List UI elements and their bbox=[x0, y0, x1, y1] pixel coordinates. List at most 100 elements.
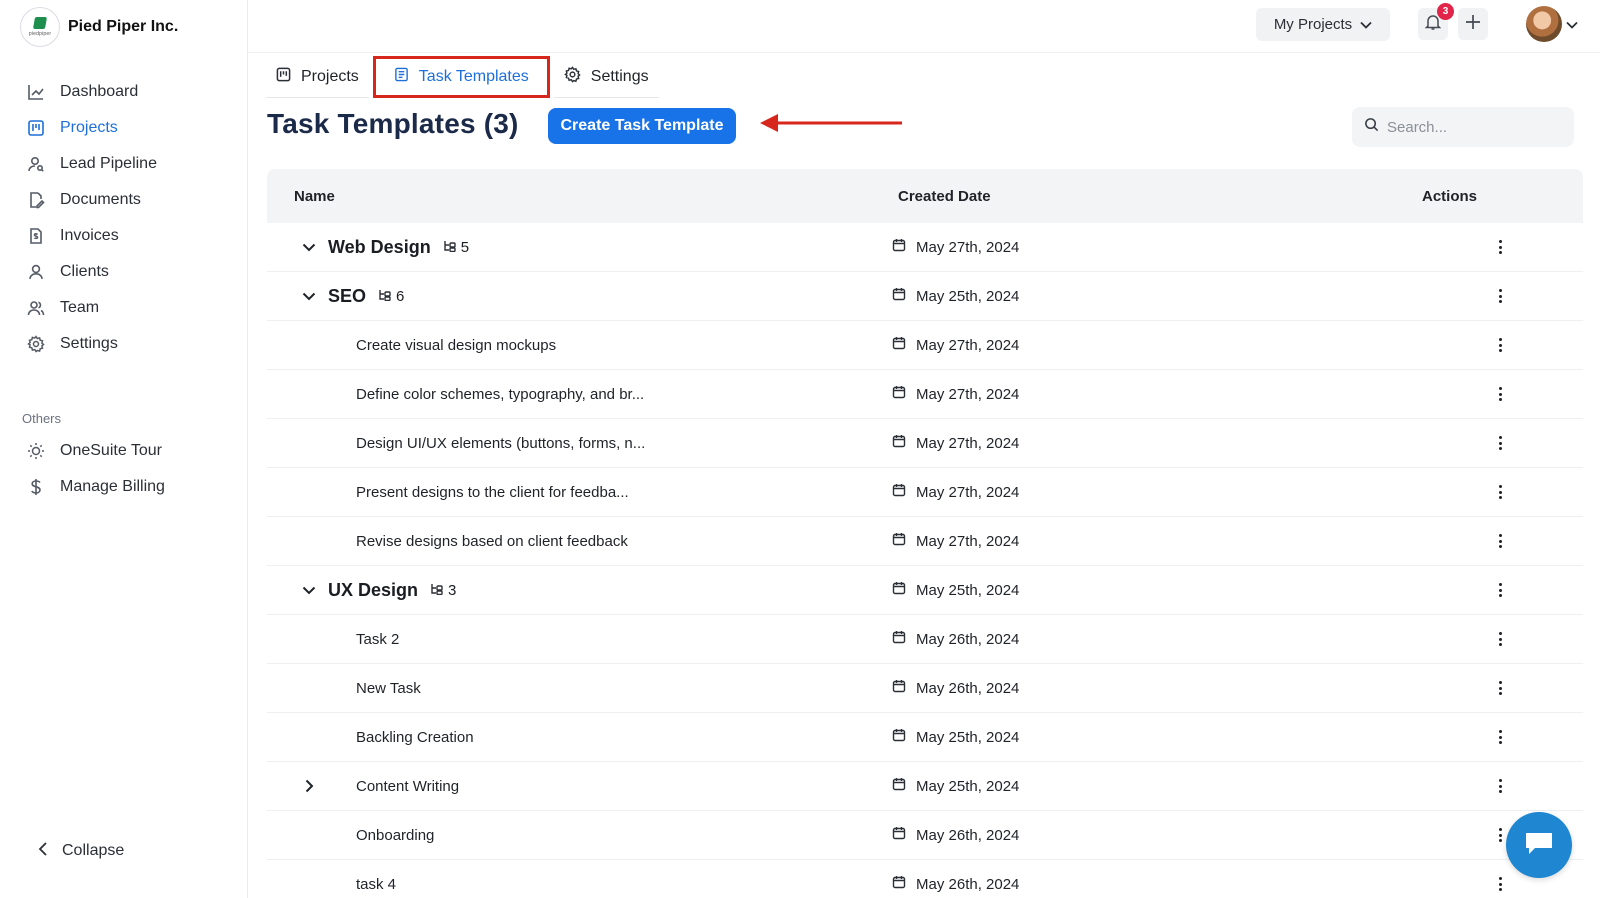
table-group-row[interactable]: SEO 6 May 25th, 2024 bbox=[267, 272, 1583, 321]
avatar[interactable] bbox=[1526, 6, 1562, 42]
chevron-down-icon[interactable] bbox=[294, 586, 324, 595]
sidebar-item-manage-billing[interactable]: Manage Billing bbox=[14, 469, 238, 505]
sidebar-item-projects[interactable]: Projects bbox=[14, 110, 238, 146]
tab-projects[interactable]: Projects bbox=[266, 56, 369, 98]
table-row[interactable]: Backling Creation May 25th, 2024 bbox=[267, 713, 1583, 762]
row-name[interactable]: UX Design bbox=[328, 580, 418, 601]
table-row[interactable]: Revise designs based on client feedback M… bbox=[267, 517, 1583, 566]
row-name[interactable]: Design UI/UX elements (buttons, forms, n… bbox=[356, 435, 645, 452]
row-name[interactable]: New Task bbox=[356, 680, 421, 697]
table-group-row[interactable]: Web Design 5 May 27th, 2024 bbox=[267, 223, 1583, 272]
row-name-cell: Content Writing bbox=[267, 778, 892, 795]
table-row[interactable]: Content Writing May 25th, 2024 bbox=[267, 762, 1583, 811]
created-date: May 26th, 2024 bbox=[916, 875, 1020, 893]
add-button[interactable] bbox=[1458, 8, 1488, 40]
sidebar-item-invoices[interactable]: Invoices bbox=[14, 218, 238, 254]
task-templates-table: Name Created Date Actions Web Design 5 May… bbox=[267, 169, 1583, 898]
row-name[interactable]: Present designs to the client for feedba… bbox=[356, 484, 629, 501]
more-options-icon[interactable] bbox=[1492, 483, 1508, 501]
table-row[interactable]: Onboarding May 26th, 2024 bbox=[267, 811, 1583, 860]
brand[interactable]: piedpiper Pied Piper Inc. bbox=[20, 7, 178, 47]
subtask-count-value: 3 bbox=[448, 581, 457, 599]
created-date: May 25th, 2024 bbox=[916, 581, 1020, 599]
row-name[interactable]: SEO bbox=[328, 286, 366, 307]
chevron-right-icon[interactable] bbox=[294, 779, 324, 793]
column-header-name[interactable]: Name bbox=[267, 188, 892, 205]
more-options-icon[interactable] bbox=[1492, 581, 1508, 599]
table-row[interactable]: Define color schemes, typography, and br… bbox=[267, 370, 1583, 419]
tab-settings[interactable]: Settings bbox=[553, 56, 659, 98]
calendar-icon bbox=[892, 385, 906, 403]
more-options-icon[interactable] bbox=[1492, 287, 1508, 305]
chevron-down-icon[interactable] bbox=[294, 243, 324, 252]
sidebar-item-onesuite-tour[interactable]: OneSuite Tour bbox=[14, 433, 238, 469]
row-name[interactable]: Revise designs based on client feedback bbox=[356, 533, 628, 550]
created-date: May 27th, 2024 bbox=[916, 238, 1020, 256]
calendar-icon bbox=[892, 630, 906, 648]
sidebar-item-clients[interactable]: Clients bbox=[14, 254, 238, 290]
sidebar-item-label: Documents bbox=[60, 191, 141, 208]
more-options-icon[interactable] bbox=[1492, 238, 1508, 256]
tab-task-templates[interactable]: Task Templates bbox=[372, 56, 550, 98]
row-actions-cell bbox=[1422, 875, 1583, 893]
tab-label: Projects bbox=[301, 67, 359, 85]
subtask-icon bbox=[443, 239, 456, 256]
row-actions-cell bbox=[1422, 532, 1583, 550]
column-header-actions: Actions bbox=[1422, 187, 1478, 205]
row-name-cell: Revise designs based on client feedback bbox=[267, 533, 892, 550]
search-input[interactable] bbox=[1387, 118, 1557, 136]
row-name-cell: SEO 6 bbox=[267, 286, 892, 307]
row-name[interactable]: Content Writing bbox=[356, 778, 459, 795]
collapse-button[interactable]: Collapse bbox=[38, 838, 124, 864]
row-name[interactable]: Create visual design mockups bbox=[356, 337, 556, 354]
sidebar-item-documents[interactable]: Documents bbox=[14, 182, 238, 218]
search-box[interactable] bbox=[1352, 107, 1574, 147]
more-options-icon[interactable] bbox=[1492, 385, 1508, 403]
row-actions-cell bbox=[1422, 630, 1583, 648]
chevron-down-icon[interactable] bbox=[1566, 16, 1578, 34]
more-options-icon[interactable] bbox=[1492, 777, 1508, 795]
chevron-down-icon[interactable] bbox=[294, 292, 324, 301]
table-group-row[interactable]: UX Design 3 May 25th, 2024 bbox=[267, 566, 1583, 615]
sidebar-item-label: Dashboard bbox=[60, 83, 139, 100]
row-name[interactable]: Onboarding bbox=[356, 827, 434, 844]
row-date-cell: May 27th, 2024 bbox=[892, 532, 1422, 550]
more-options-icon[interactable] bbox=[1492, 336, 1508, 354]
row-name[interactable]: Web Design bbox=[328, 237, 431, 258]
sidebar-item-dashboard[interactable]: Dashboard bbox=[14, 74, 238, 110]
created-date: May 26th, 2024 bbox=[916, 679, 1020, 697]
team-icon bbox=[26, 298, 46, 318]
table-row[interactable]: Design UI/UX elements (buttons, forms, n… bbox=[267, 419, 1583, 468]
document-edit-icon bbox=[26, 190, 46, 210]
more-options-icon[interactable] bbox=[1492, 728, 1508, 746]
chat-widget-button[interactable] bbox=[1506, 812, 1572, 878]
row-name[interactable]: Define color schemes, typography, and br… bbox=[356, 386, 644, 403]
created-date: May 26th, 2024 bbox=[916, 630, 1020, 648]
annotation-arrow-icon bbox=[758, 112, 904, 139]
collapse-label: Collapse bbox=[62, 842, 125, 859]
row-name[interactable]: Backling Creation bbox=[356, 729, 474, 746]
more-options-icon[interactable] bbox=[1492, 630, 1508, 648]
table-row[interactable]: New Task May 26th, 2024 bbox=[267, 664, 1583, 713]
table-row[interactable]: task 4 May 26th, 2024 bbox=[267, 860, 1583, 898]
create-task-template-button[interactable]: Create Task Template bbox=[548, 108, 736, 144]
row-name[interactable]: task 4 bbox=[356, 876, 396, 893]
table-row[interactable]: Task 2 May 26th, 2024 bbox=[267, 615, 1583, 664]
sidebar-item-team[interactable]: Team bbox=[14, 290, 238, 326]
column-header-created-date[interactable]: Created Date bbox=[892, 188, 1422, 205]
row-name[interactable]: Task 2 bbox=[356, 631, 399, 648]
sidebar: piedpiper Pied Piper Inc. Dashboard Proj… bbox=[0, 0, 248, 898]
more-options-icon[interactable] bbox=[1492, 434, 1508, 452]
sidebar-item-lead-pipeline[interactable]: Lead Pipeline bbox=[14, 146, 238, 182]
row-name-cell: Web Design 5 bbox=[267, 237, 892, 258]
created-date: May 26th, 2024 bbox=[916, 826, 1020, 844]
sidebar-item-settings[interactable]: Settings bbox=[14, 326, 238, 362]
project-selector[interactable]: My Projects bbox=[1256, 8, 1390, 41]
row-actions-cell bbox=[1422, 581, 1583, 599]
row-name-cell: New Task bbox=[267, 680, 892, 697]
more-options-icon[interactable] bbox=[1492, 679, 1508, 697]
table-row[interactable]: Create visual design mockups May 27th, 20… bbox=[267, 321, 1583, 370]
table-row[interactable]: Present designs to the client for feedba… bbox=[267, 468, 1583, 517]
more-options-icon[interactable] bbox=[1492, 875, 1508, 893]
more-options-icon[interactable] bbox=[1492, 532, 1508, 550]
